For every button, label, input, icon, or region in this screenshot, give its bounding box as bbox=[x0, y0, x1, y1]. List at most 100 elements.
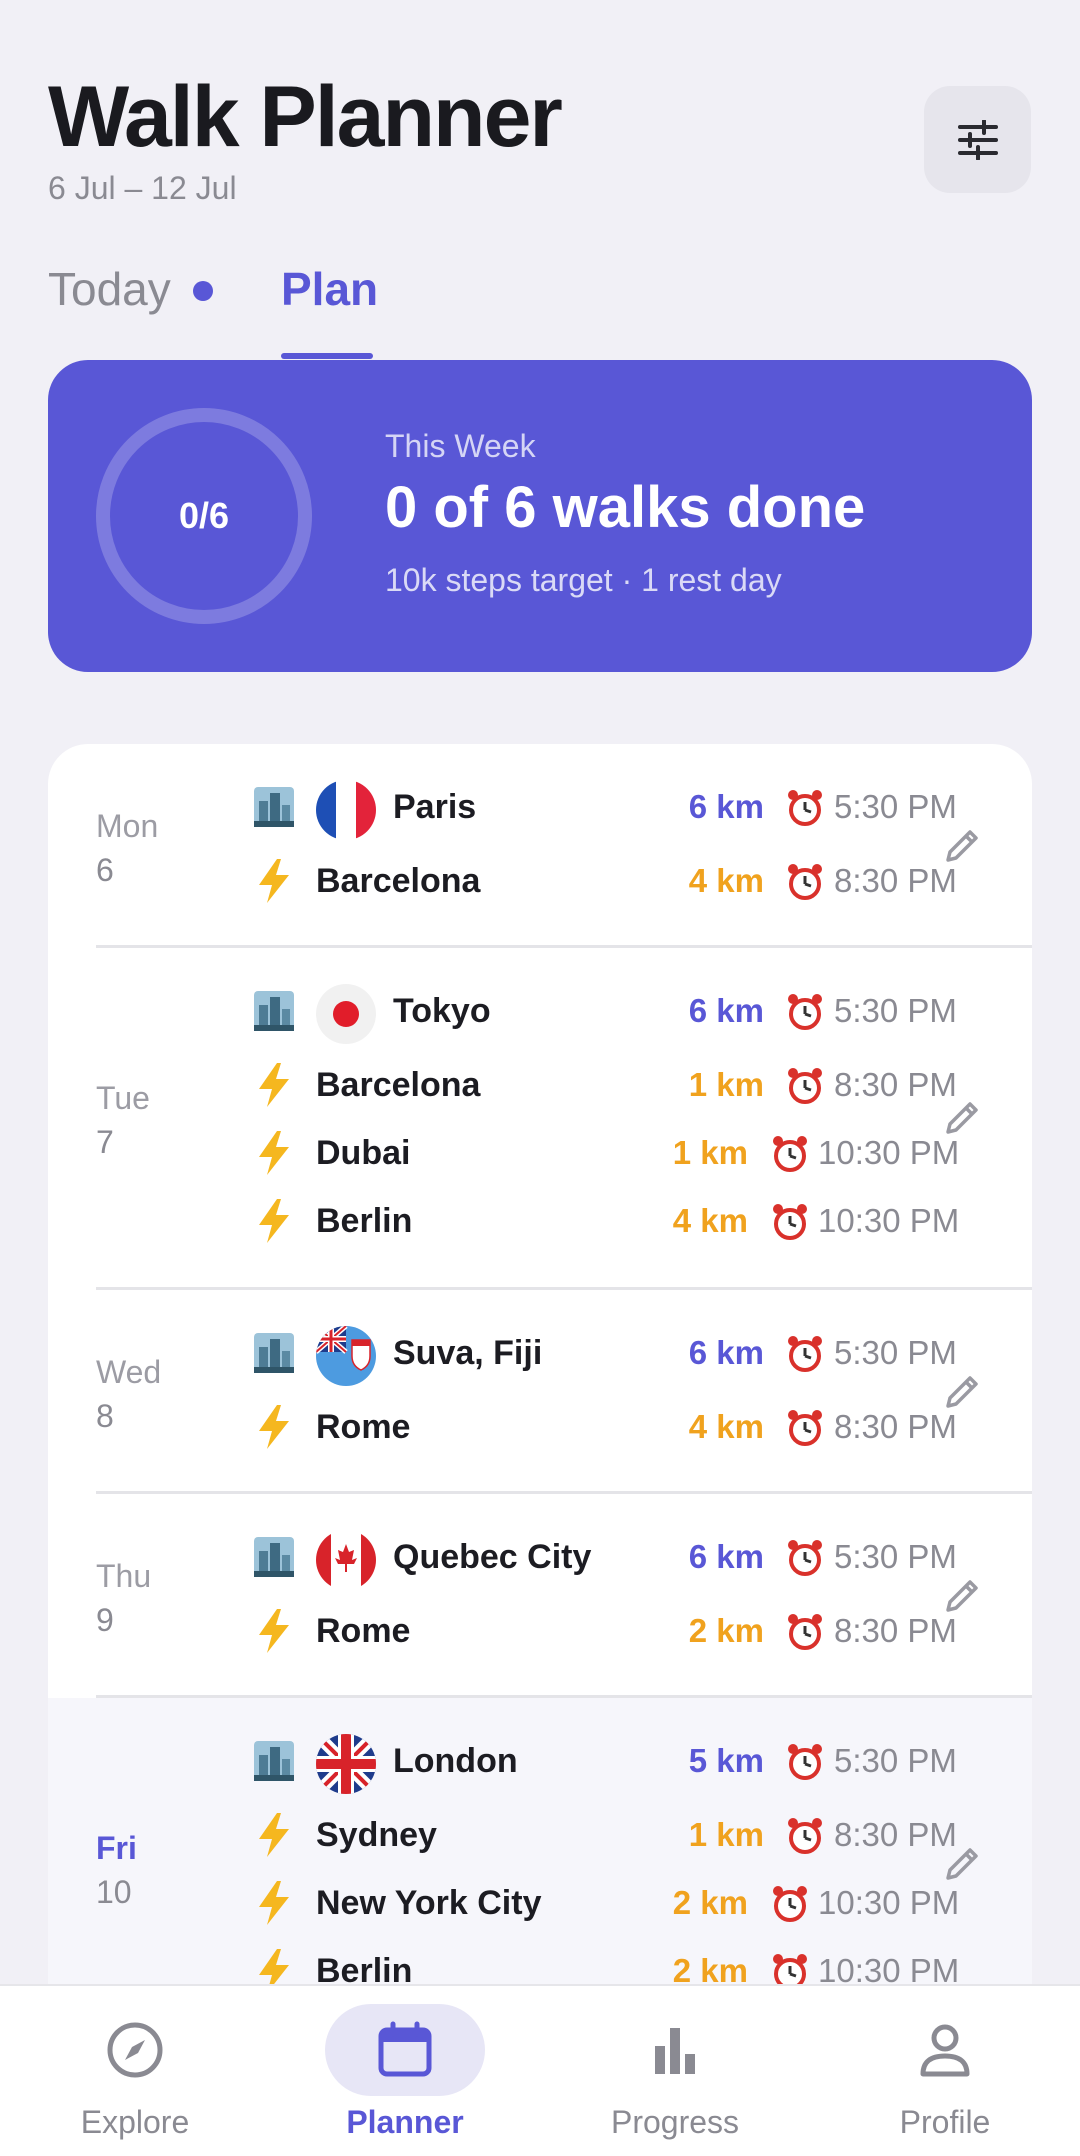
alarm-clock-icon bbox=[773, 1136, 807, 1172]
walk-city: Sydney bbox=[316, 1816, 437, 1854]
city-icon bbox=[252, 782, 296, 832]
nav-label: Explore bbox=[80, 2104, 190, 2140]
walk-item[interactable]: Suva, Fiji 6 km 5:30 PM bbox=[48, 1326, 1032, 1386]
day-row-wed: Wed 8 Suva, Fiji 6 km 5:30 PM Rome 4 km … bbox=[48, 1290, 1032, 1494]
japan-flag-icon bbox=[316, 984, 376, 1044]
walk-time: 10:30 PM bbox=[818, 1202, 960, 1239]
walk-time: 8:30 PM bbox=[834, 1408, 957, 1445]
edit-pencil-icon[interactable] bbox=[940, 1096, 984, 1140]
week-meta: 10k steps target · 1 rest day bbox=[385, 562, 782, 598]
lightning-icon bbox=[252, 1402, 296, 1452]
city-icon bbox=[252, 1532, 296, 1582]
edit-pencil-icon[interactable] bbox=[940, 1842, 984, 1886]
walk-distance: 2 km bbox=[688, 1612, 764, 1649]
walk-city: New York City bbox=[316, 1884, 542, 1922]
bar-chart-icon bbox=[655, 2028, 695, 2074]
week-headline: 0 of 6 walks done bbox=[385, 475, 866, 540]
progress-value: 0/6 bbox=[178, 495, 230, 536]
week-summary-card[interactable]: 0/6 This Week 0 of 6 walks done 10k step… bbox=[48, 360, 1032, 672]
walk-item[interactable]: New York City 2 km 10:30 PM bbox=[48, 1876, 1032, 1936]
lightning-icon bbox=[252, 1060, 296, 1110]
alarm-clock-icon bbox=[773, 1204, 807, 1240]
walk-distance: 6 km bbox=[688, 788, 764, 825]
page-title: Walk Planner bbox=[48, 69, 563, 165]
alarm-clock-icon bbox=[788, 1818, 822, 1854]
walk-item[interactable]: Paris 6 km 5:30 PM bbox=[48, 780, 1032, 840]
day-row-thu: Thu 9 Quebec City 6 km 5:30 PM Rome 2 km… bbox=[48, 1494, 1032, 1698]
edit-pencil-icon[interactable] bbox=[940, 824, 984, 868]
tab-today[interactable]: Today bbox=[48, 262, 213, 316]
walk-time: 5:30 PM bbox=[834, 788, 957, 825]
filter-button[interactable] bbox=[924, 86, 1031, 193]
walk-distance: 4 km bbox=[672, 1202, 748, 1239]
walk-item[interactable]: Dubai 1 km 10:30 PM bbox=[48, 1126, 1032, 1186]
walk-city: Paris bbox=[393, 788, 477, 826]
walk-city: Berlin bbox=[316, 1202, 413, 1240]
walk-distance: 6 km bbox=[688, 1334, 764, 1371]
nav-progress[interactable]: Progress bbox=[540, 1986, 810, 2156]
alarm-clock-icon bbox=[773, 1886, 807, 1922]
walk-city: Suva, Fiji bbox=[393, 1334, 543, 1372]
uk-flag-icon bbox=[316, 1734, 376, 1794]
walk-item[interactable]: Quebec City 6 km 5:30 PM bbox=[48, 1530, 1032, 1590]
walk-city: Dubai bbox=[316, 1134, 411, 1172]
edit-pencil-icon[interactable] bbox=[940, 1370, 984, 1414]
walk-item[interactable]: London 5 km 5:30 PM bbox=[48, 1734, 1032, 1794]
walk-city: Barcelona bbox=[316, 862, 481, 900]
edit-pencil-icon[interactable] bbox=[940, 1574, 984, 1618]
tab-today-label: Today bbox=[48, 263, 171, 315]
day-row-tue: Tue 7 Tokyo 6 km 5:30 PM Barcelona 1 km … bbox=[48, 948, 1032, 1290]
walk-time: 8:30 PM bbox=[834, 1066, 957, 1103]
walk-item[interactable]: Berlin 4 km 10:30 PM bbox=[48, 1194, 1032, 1254]
nav-planner[interactable]: Planner bbox=[270, 1986, 540, 2156]
walk-time: 10:30 PM bbox=[818, 1884, 960, 1921]
walk-time: 10:30 PM bbox=[818, 1134, 960, 1171]
walk-time: 8:30 PM bbox=[834, 1612, 957, 1649]
walk-city: London bbox=[393, 1742, 518, 1780]
bottom-navigation: Explore Planner Progress Profile bbox=[0, 1984, 1080, 2156]
canada-flag-icon bbox=[316, 1530, 376, 1590]
lightning-icon bbox=[252, 1878, 296, 1928]
walk-item[interactable]: Barcelona 1 km 8:30 PM bbox=[48, 1058, 1032, 1118]
city-icon bbox=[252, 1736, 296, 1786]
nav-icon-wrap bbox=[325, 2004, 485, 2096]
walk-time: 5:30 PM bbox=[834, 992, 957, 1029]
alarm-clock-icon bbox=[788, 1744, 822, 1780]
alarm-clock-icon bbox=[788, 1068, 822, 1104]
calendar-icon bbox=[378, 2021, 432, 2077]
lightning-icon bbox=[252, 1128, 296, 1178]
day-row-mon: Mon 6 Paris 6 km 5:30 PM Barcelona 4 km … bbox=[48, 744, 1032, 948]
walk-item[interactable]: Barcelona 4 km 8:30 PM bbox=[48, 854, 1032, 914]
walk-time: 5:30 PM bbox=[834, 1538, 957, 1575]
walk-time: 5:30 PM bbox=[834, 1334, 957, 1371]
lightning-icon bbox=[252, 1810, 296, 1860]
walk-distance: 2 km bbox=[672, 1884, 748, 1921]
tab-plan[interactable]: Plan bbox=[281, 262, 378, 316]
schedule-list: Mon 6 Paris 6 km 5:30 PM Barcelona 4 km … bbox=[48, 744, 1032, 2044]
walk-distance: 1 km bbox=[672, 1134, 748, 1171]
walk-city: Rome bbox=[316, 1612, 411, 1650]
nav-label: Progress bbox=[610, 2104, 740, 2140]
date-range: 6 Jul – 12 Jul bbox=[48, 170, 237, 206]
walk-distance: 4 km bbox=[688, 1408, 764, 1445]
walk-distance: 5 km bbox=[688, 1742, 764, 1779]
nav-icon-wrap bbox=[865, 2004, 1025, 2096]
walk-time: 8:30 PM bbox=[834, 1816, 957, 1853]
lightning-icon bbox=[252, 856, 296, 906]
walk-item[interactable]: Rome 2 km 8:30 PM bbox=[48, 1604, 1032, 1664]
walk-planner-screen: Walk Planner 6 Jul – 12 Jul Today Plan 0… bbox=[0, 0, 1080, 2156]
nav-explore[interactable]: Explore bbox=[0, 1986, 270, 2156]
france-flag-icon bbox=[316, 780, 376, 840]
active-tab-underline bbox=[281, 353, 373, 359]
walk-city: Quebec City bbox=[393, 1538, 592, 1576]
progress-ring: 0/6 bbox=[96, 408, 312, 624]
walk-item[interactable]: Tokyo 6 km 5:30 PM bbox=[48, 984, 1032, 1044]
alarm-clock-icon bbox=[788, 790, 822, 826]
walk-item[interactable]: Rome 4 km 8:30 PM bbox=[48, 1400, 1032, 1460]
nav-profile[interactable]: Profile bbox=[810, 1986, 1080, 2156]
walk-city: Rome bbox=[316, 1408, 411, 1446]
walk-item[interactable]: Sydney 1 km 8:30 PM bbox=[48, 1808, 1032, 1868]
alarm-clock-icon bbox=[788, 1614, 822, 1650]
alarm-clock-icon bbox=[788, 864, 822, 900]
walk-distance: 4 km bbox=[688, 862, 764, 899]
